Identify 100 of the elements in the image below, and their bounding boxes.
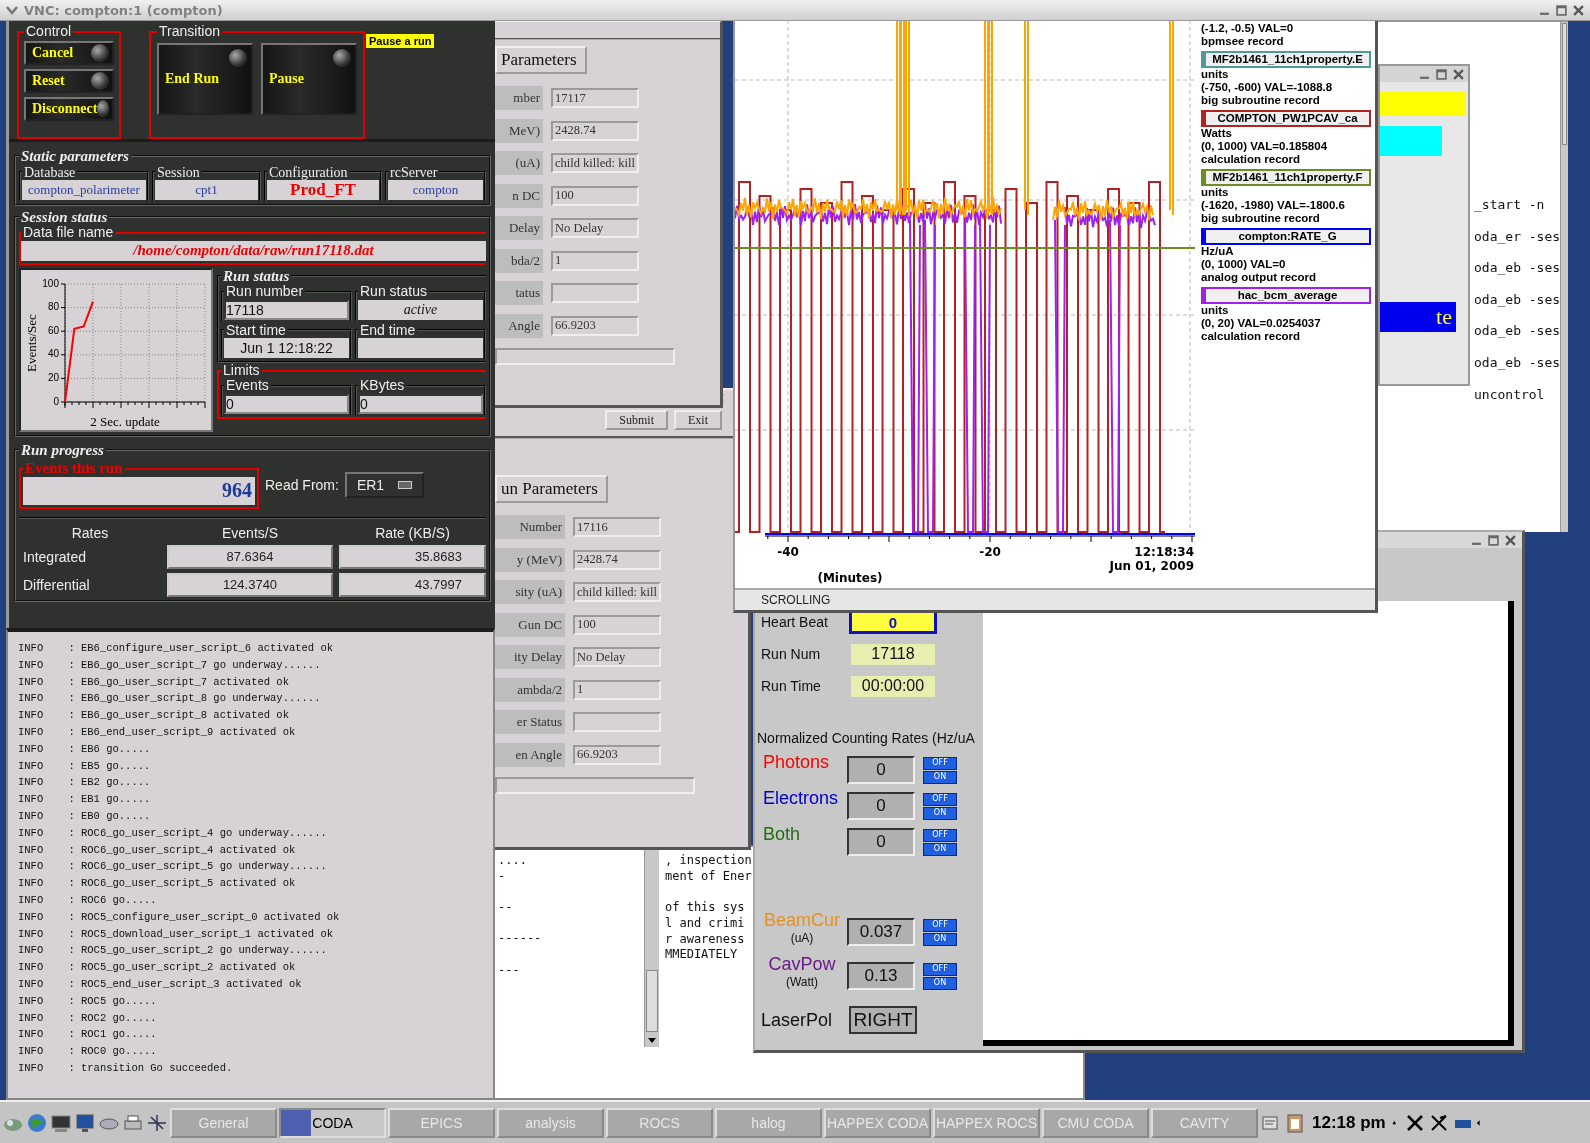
knob-icon — [91, 72, 109, 91]
parameter-field[interactable]: 2428.74 — [573, 549, 661, 570]
read-from-dropdown[interactable]: ER1 — [344, 471, 425, 498]
axis-tick-label: 100 — [42, 277, 59, 289]
monitor-icon[interactable] — [74, 1111, 96, 1134]
run-time-value: 00:00:00 — [851, 675, 935, 697]
control-button[interactable]: Cancel — [24, 41, 114, 66]
terminal-line: oda_er -ses — [1474, 227, 1561, 246]
off-button[interactable]: OFF — [923, 828, 957, 842]
control-button[interactable]: Disconnect — [24, 97, 114, 122]
exit-button[interactable]: Exit — [674, 410, 722, 430]
legend-entry[interactable]: MF2b1461_11ch1property.E — [1201, 51, 1371, 68]
task-button[interactable]: CODA — [279, 1107, 386, 1138]
events-value: 964 — [23, 476, 255, 505]
parameter-field[interactable]: 2428.74 — [551, 120, 639, 141]
window-title: VNC: compton:1 (compton) — [24, 2, 223, 18]
legend-entry[interactable]: MF2b1461_11ch1property.F — [1201, 169, 1371, 186]
parameter-field[interactable]: 66.9203 — [551, 315, 639, 336]
off-button[interactable]: OFF — [923, 962, 957, 976]
log-line: INFO : ROC5_end_user_script_3 activated ok — [18, 976, 303, 992]
legend-entry[interactable]: COMPTON_PW1PCAV_ca — [1201, 110, 1371, 127]
field-value: compton — [388, 179, 483, 200]
parameter-field[interactable]: 17116 — [573, 517, 661, 538]
parameter-field[interactable] — [573, 712, 661, 733]
parameter-label: Gun DC — [495, 612, 565, 637]
parameter-field[interactable]: 100 — [573, 614, 661, 635]
parameter-field[interactable] — [551, 283, 639, 304]
parameter-label: bda/2 — [495, 248, 543, 273]
off-button[interactable]: OFF — [923, 792, 957, 806]
control-button[interactable]: Reset — [24, 69, 114, 94]
field-value[interactable]: 17118 — [224, 299, 349, 320]
parameter-label: er Status — [495, 710, 565, 735]
scrollbar[interactable] — [1560, 22, 1568, 532]
input-field[interactable]: 0 — [358, 393, 483, 414]
input-field[interactable] — [495, 348, 675, 365]
close-icon[interactable] — [1573, 4, 1584, 16]
log-line: INFO : EB6_go_user_script_8 activated ok — [18, 708, 290, 724]
maximize-icon[interactable] — [1488, 534, 1499, 546]
parameter-label: Angle — [495, 313, 543, 338]
legend-text: big subroutine record — [1201, 212, 1321, 225]
group-title: Transition — [158, 24, 221, 40]
legend-entry[interactable]: compton:RATE_G — [1201, 228, 1371, 245]
field-label: Run Time — [761, 678, 822, 694]
rate-value: 87.6364 — [167, 544, 333, 569]
submit-button[interactable]: Submit — [605, 410, 668, 430]
legend-text: (0, 1000) VAL=0 — [1201, 258, 1287, 271]
clock: 12:18 pm — [1312, 1112, 1386, 1133]
field-label: LaserPol — [761, 1009, 834, 1031]
clipboard-icon[interactable] — [1284, 1111, 1306, 1134]
group-title: Control — [25, 24, 73, 40]
axis-tick-label: 60 — [47, 324, 59, 336]
laser-pol-value: RIGHT — [849, 1006, 917, 1034]
parameter-field[interactable]: child killed: kill — [573, 582, 661, 603]
parameter-field[interactable]: No Delay — [551, 218, 639, 239]
log-line: INFO : ROC6_go_user_script_4 activated ok — [18, 842, 297, 858]
parameter-field[interactable]: 66.9203 — [573, 744, 661, 765]
close-icon[interactable] — [1505, 534, 1516, 546]
terminal-line: oda_eb -ses — [1474, 290, 1561, 309]
parameter-label: ity Delay — [495, 645, 565, 670]
maximize-icon[interactable] — [1436, 68, 1447, 80]
rate-value: 124.3740 — [167, 572, 333, 597]
status-bar: SCROLLING — [735, 588, 1375, 610]
parameter-field[interactable]: No Delay — [573, 647, 661, 668]
banner: te — [1380, 302, 1456, 332]
legend-entry[interactable]: hac_bcm_average — [1201, 287, 1371, 304]
channel-value: 0 — [847, 756, 915, 784]
chevron-icon[interactable] — [6, 5, 18, 15]
tick-label: 12:18:34 — [1134, 545, 1194, 559]
terminal-line: oda_eb -ses — [1474, 322, 1561, 341]
scrollbar[interactable] — [644, 847, 659, 1047]
log-line: INFO : transition Go succeeded. — [18, 1060, 234, 1076]
parameter-field[interactable]: 17117 — [551, 88, 639, 109]
log-line: INFO : ROC6_go_user_script_4 go underway...... — [18, 825, 328, 841]
on-button[interactable]: ON — [923, 842, 957, 856]
parameter-field[interactable]: 1 — [573, 679, 661, 700]
input-field[interactable] — [495, 777, 695, 794]
channel-value: 0 — [847, 828, 915, 856]
off-button[interactable]: OFF — [923, 918, 957, 932]
parameter-field[interactable]: 100 — [551, 185, 639, 206]
input-field[interactable]: 0 — [224, 393, 349, 414]
on-button[interactable]: ON — [923, 770, 957, 784]
legend-text: units — [1201, 68, 1230, 81]
legend-text: analog output record — [1201, 271, 1317, 284]
knob-icon — [333, 49, 351, 68]
on-button[interactable]: ON — [923, 806, 957, 820]
terminal-line: uncontrol — [1474, 385, 1546, 404]
transition-button[interactable]: Pause — [261, 43, 357, 116]
legend-text: Watts — [1201, 127, 1233, 140]
data-file-value: /home/compton/data/raw/run17118.dat — [21, 240, 486, 261]
on-button[interactable]: ON — [923, 976, 957, 990]
parameter-field[interactable]: 1 — [551, 250, 639, 271]
off-button[interactable]: OFF — [923, 756, 957, 770]
close-icon[interactable] — [1453, 68, 1464, 80]
field-value: Jun 1 12:18:22 — [224, 338, 349, 359]
terminal-line: , inspection — [665, 853, 752, 869]
on-button[interactable]: ON — [923, 932, 957, 946]
maximize-icon[interactable] — [1556, 4, 1567, 16]
column-header: Rates — [70, 524, 110, 541]
parameter-field[interactable]: child killed: kill — [551, 153, 639, 174]
transition-button[interactable]: End Run — [157, 43, 253, 116]
